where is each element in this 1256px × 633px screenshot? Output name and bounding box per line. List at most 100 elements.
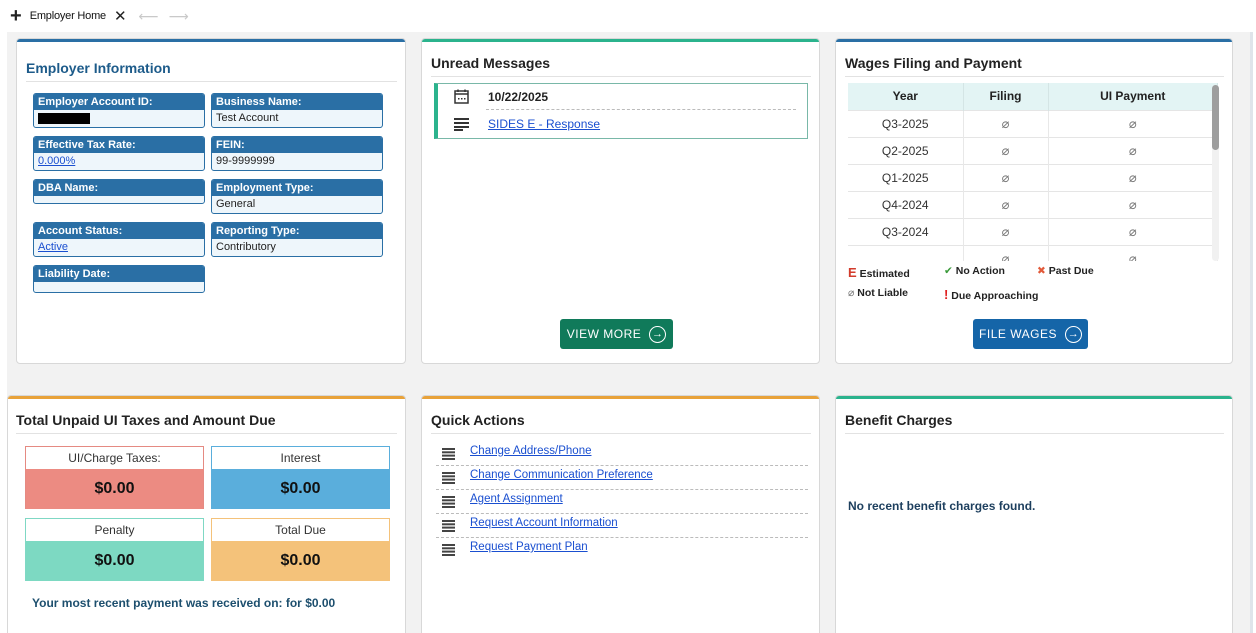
legend-estimated: E Estimated <box>848 265 910 280</box>
tax-rate-link[interactable]: 0.000% <box>38 155 75 167</box>
field-label: FEIN: <box>212 137 382 153</box>
field-business-name: Business Name: Test Account <box>211 93 383 128</box>
quick-action-agent-assignment[interactable]: Agent Assignment <box>436 490 808 514</box>
table-row: Q4-2024 ⌀ ⌀ <box>848 190 1218 218</box>
field-value: 99-9999999 <box>216 155 275 167</box>
field-dba-name: DBA Name: <box>33 179 205 204</box>
table-row: … ⌀ ⌀ <box>848 244 1218 261</box>
field-value: 0.000% <box>34 153 204 170</box>
ui-charge-taxes-box: UI/Charge Taxes: $0.00 <box>25 446 204 509</box>
card-title: Benefit Charges <box>845 412 1224 434</box>
quick-action-link[interactable]: Request Account Information <box>470 517 618 529</box>
unpaid-taxes-card: Total Unpaid UI Taxes and Amount Due UI/… <box>7 395 406 633</box>
card-accent <box>8 396 405 399</box>
card-accent <box>422 396 819 399</box>
year-cell: Q3-2025 <box>848 109 964 137</box>
checkmark-icon: ✔ <box>944 265 953 277</box>
field-value: Test Account <box>216 112 279 124</box>
box-value: $0.00 <box>26 541 203 581</box>
table-row: Q1-2025 ⌀ ⌀ <box>848 163 1218 191</box>
legend-label: Past Due <box>1048 265 1094 277</box>
add-tab-icon[interactable]: + <box>10 6 22 26</box>
not-liable-icon: ⌀ <box>963 109 1049 137</box>
not-liable-icon: ⌀ <box>1048 136 1218 164</box>
tab-employer-home[interactable]: Employer Home <box>30 10 106 22</box>
field-label: Reporting Type: <box>212 223 382 239</box>
field-label: Account Status: <box>34 223 204 239</box>
field-employer-account-id: Employer Account ID: <box>33 93 205 128</box>
message-item[interactable]: 10/22/2025 SIDES E - Response <box>434 83 808 139</box>
column-header: UI Payment <box>1048 83 1218 110</box>
legend-no-action: ✔ No Action <box>944 265 1005 277</box>
field-value: General <box>216 198 256 210</box>
view-more-button[interactable]: VIEW MORE → <box>560 319 673 349</box>
interest-box: Interest $0.00 <box>211 446 390 509</box>
quick-action-request-payment-plan[interactable]: Request Payment Plan <box>436 538 808 562</box>
back-arrow-icon[interactable]: ⟵ <box>139 8 159 25</box>
quick-action-change-communication[interactable]: Change Communication Preference <box>436 466 808 490</box>
box-value: $0.00 <box>212 469 389 509</box>
redacted-value <box>38 113 90 124</box>
quick-actions-card: Quick Actions Change Address/Phone Chang… <box>421 395 820 633</box>
benefit-charges-card: Benefit Charges No recent benefit charge… <box>835 395 1233 633</box>
quick-action-link[interactable]: Agent Assignment <box>470 493 563 505</box>
quick-action-link[interactable]: Change Communication Preference <box>470 469 653 481</box>
wages-filing-payment-card: Wages Filing and Payment Year Filing UI … <box>835 38 1233 364</box>
legend-label: Estimated <box>859 268 910 280</box>
field-effective-tax-rate: Effective Tax Rate: 0.000% <box>33 136 205 171</box>
scrollbar-thumb[interactable] <box>1212 85 1219 150</box>
list-icon <box>442 472 455 484</box>
card-accent <box>422 39 819 42</box>
page-scrollbar[interactable] <box>1250 32 1253 633</box>
year-cell: Q2-2025 <box>848 136 964 164</box>
field-label: Employment Type: <box>212 180 382 196</box>
field-employment-type: Employment Type: General <box>211 179 383 214</box>
total-due-box: Total Due $0.00 <box>211 518 390 581</box>
quick-action-change-address[interactable]: Change Address/Phone <box>436 442 808 466</box>
field-label: Employer Account ID: <box>34 94 204 110</box>
year-cell: Q3-2024 <box>848 217 964 245</box>
arrow-right-circle-icon: → <box>649 325 667 343</box>
message-date: 10/22/2025 <box>488 90 549 104</box>
message-link[interactable]: SIDES E - Response <box>488 117 600 131</box>
field-value: Contributory <box>216 241 276 253</box>
file-wages-button[interactable]: FILE WAGES → <box>973 319 1088 349</box>
wages-table-scroll[interactable]: Year Filing UI Payment Q3-2025 ⌀ ⌀ Q2-20… <box>848 83 1222 261</box>
not-liable-icon: ⌀ <box>963 217 1049 245</box>
tab-bar: + Employer Home ✕ ⟵ ⟶ <box>0 0 1256 32</box>
box-value: $0.00 <box>212 541 389 581</box>
field-label: DBA Name: <box>34 180 204 196</box>
card-title: Unread Messages <box>431 55 811 77</box>
account-status-link[interactable]: Active <box>38 241 68 253</box>
button-label: FILE WAGES <box>979 327 1057 341</box>
penalty-box: Penalty $0.00 <box>25 518 204 581</box>
card-title: Quick Actions <box>431 412 811 434</box>
employer-information-card: Employer Information Employer Account ID… <box>16 38 406 364</box>
not-liable-icon: ⌀ <box>1048 244 1218 261</box>
close-icon[interactable]: ✕ <box>114 9 127 24</box>
legend-label: No Action <box>955 265 1005 277</box>
table-scrollbar[interactable] <box>1212 85 1219 261</box>
list-icon <box>442 544 455 556</box>
field-value <box>34 282 204 292</box>
column-header: Filing <box>963 83 1049 110</box>
quick-action-request-account-info[interactable]: Request Account Information <box>436 514 808 538</box>
not-liable-icon: ⌀ <box>1048 190 1218 218</box>
field-label: Business Name: <box>212 94 382 110</box>
column-header: Year <box>848 83 964 110</box>
card-accent <box>836 396 1232 399</box>
card-accent <box>836 39 1232 42</box>
field-account-status: Account Status: Active <box>33 222 205 257</box>
document-lines-icon <box>454 118 469 131</box>
quick-action-link[interactable]: Request Payment Plan <box>470 541 588 553</box>
not-liable-icon: ⌀ <box>1048 217 1218 245</box>
not-liable-icon: ⌀ <box>963 244 1049 261</box>
card-accent <box>17 39 405 42</box>
forward-arrow-icon[interactable]: ⟶ <box>169 8 189 25</box>
quick-action-link[interactable]: Change Address/Phone <box>470 445 591 457</box>
table-row: Q2-2025 ⌀ ⌀ <box>848 136 1218 164</box>
recent-payment-text: Your most recent payment was received on… <box>32 596 336 610</box>
card-title: Wages Filing and Payment <box>845 55 1224 77</box>
exclamation-icon: ! <box>944 287 949 302</box>
field-value <box>34 110 204 127</box>
